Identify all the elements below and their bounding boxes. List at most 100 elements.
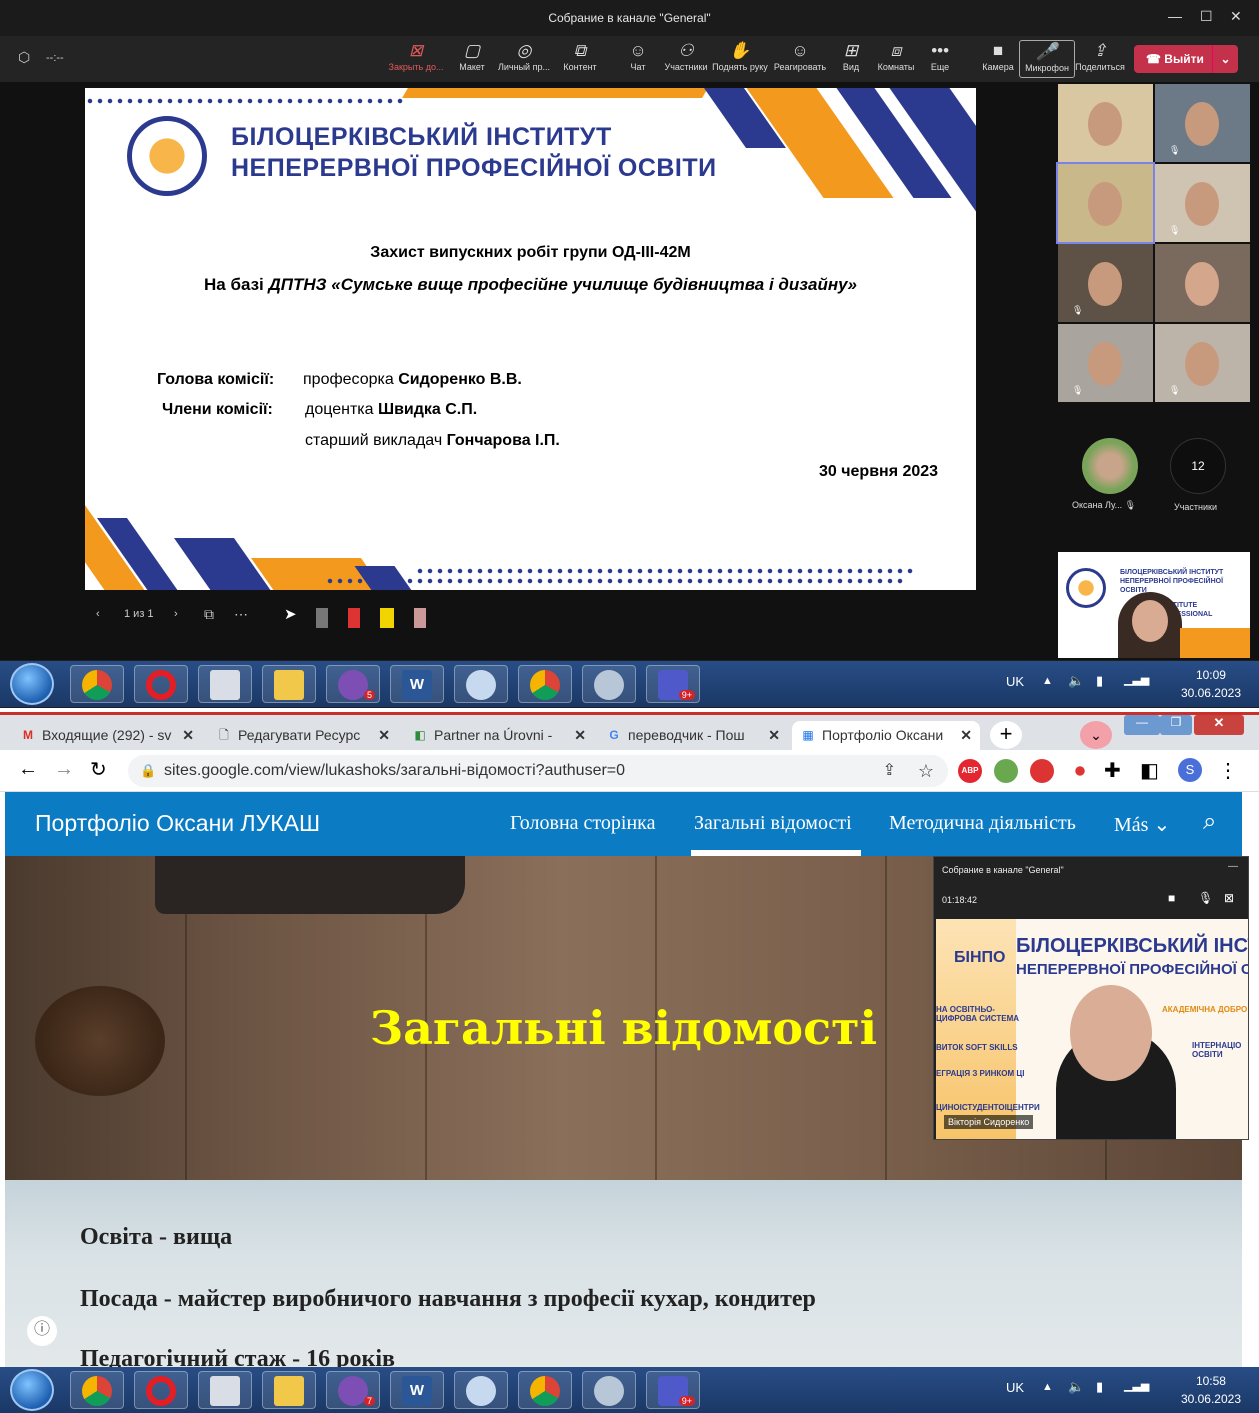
extension-green-icon[interactable]	[994, 759, 1018, 783]
chevron-down-icon[interactable]: ⌄	[1212, 45, 1238, 73]
window-maximize[interactable]: ❐	[1160, 715, 1192, 735]
language-indicator[interactable]: UK	[1006, 674, 1024, 689]
participant-tile[interactable]: 🎙	[1155, 324, 1250, 402]
signal-icon[interactable]: ▁▃▅	[1124, 673, 1149, 686]
participant-tile[interactable]	[1155, 244, 1250, 322]
close-icon[interactable]: ✕	[1230, 8, 1242, 25]
taskbar-snipping[interactable]	[582, 665, 636, 703]
back-icon[interactable]: ←	[18, 758, 38, 781]
url-input[interactable]: 🔒 sites.google.com/view/lukashoks/загаль…	[128, 755, 948, 787]
volume-icon[interactable]: 🔈	[1068, 673, 1084, 689]
taskbar-chrome-2[interactable]	[518, 1371, 572, 1409]
eraser-icon[interactable]	[414, 608, 426, 628]
participant-tile[interactable]: 🎙	[1058, 244, 1153, 322]
pen-gray-icon[interactable]	[316, 608, 328, 628]
mini-minimize-icon[interactable]: —	[1228, 861, 1238, 872]
pinned-avatar[interactable]	[1082, 438, 1138, 494]
participant-tile[interactable]	[1058, 84, 1153, 162]
participants-count[interactable]: 12	[1170, 438, 1226, 494]
tab-google-translate[interactable]: Gпереводчик - Пош ✕	[598, 721, 788, 751]
taskbar-explorer[interactable]	[262, 1371, 316, 1409]
clock[interactable]: 10:58 30.06.2023	[1181, 1372, 1241, 1408]
search-icon[interactable]: ⌕	[1203, 808, 1216, 836]
toolbar-mic-button[interactable]: 🎤 Микрофон	[1019, 40, 1075, 78]
record-icon[interactable]	[1068, 759, 1092, 783]
window-close[interactable]: ✕	[1194, 715, 1244, 735]
toolbar-share-button[interactable]: ⇪ Поделиться	[1072, 40, 1128, 72]
close-tab-icon[interactable]: ✕	[182, 721, 194, 749]
close-tab-icon[interactable]: ✕	[574, 721, 586, 749]
participant-tile[interactable]: 🎙	[1058, 324, 1153, 402]
toolbar-camera-button[interactable]: ■ Камера	[970, 40, 1026, 72]
more-icon[interactable]: ⋯	[234, 606, 248, 623]
tab-partner[interactable]: ◧ Partner na Úrovni - ✕	[404, 721, 594, 751]
next-slide-icon[interactable]: ›	[174, 608, 178, 620]
minimize-icon[interactable]: —	[1168, 8, 1182, 24]
presenter-video[interactable]: БІЛОЦЕРКІВСЬКИЙ ІНСТИТУТ НЕПЕРЕРВНОЇ ПРОФ…	[1058, 552, 1250, 658]
toolbar-layout-button[interactable]: ▢ Макет	[444, 40, 500, 72]
highlighter-icon[interactable]	[380, 608, 394, 628]
toolbar-react-button[interactable]: ☺ Реагировать	[772, 40, 828, 72]
reload-icon[interactable]: ↻	[90, 757, 107, 782]
window-minimize[interactable]: —	[1124, 715, 1160, 735]
toolbar-raise-hand-button[interactable]: ✋ Поднять руку	[712, 40, 768, 72]
toolbar-participants-button[interactable]: ⚇ Участники	[658, 40, 714, 72]
signal-icon[interactable]: ▁▃▅	[1124, 1379, 1149, 1392]
volume-icon[interactable]: 🔈	[1068, 1379, 1084, 1395]
taskbar-explorer[interactable]	[262, 665, 316, 703]
menu-icon[interactable]: ⋮	[1218, 758, 1238, 783]
network-icon[interactable]: ▮	[1096, 673, 1103, 689]
taskbar-chrome-2[interactable]	[518, 665, 572, 703]
taskbar-snipping[interactable]	[582, 1371, 636, 1409]
nav-more[interactable]: Más ⌄	[1114, 812, 1170, 837]
language-indicator[interactable]: UK	[1006, 1380, 1024, 1395]
start-button[interactable]	[10, 663, 54, 705]
tab-portfolio[interactable]: ▦ Портфоліо Оксани ✕	[792, 721, 980, 751]
site-title[interactable]: Портфоліо Оксани ЛУКАШ	[35, 810, 320, 837]
taskbar-magnifier[interactable]	[454, 665, 508, 703]
toolbar-content-button[interactable]: ⧉ Контент	[552, 40, 608, 72]
taskbar-word[interactable]: W	[390, 665, 444, 703]
tab-edit-resource[interactable]: 🗋 Редагувати Ресурс ✕	[208, 721, 398, 751]
taskbar-chrome[interactable]	[70, 665, 124, 703]
adblock-icon[interactable]: ABP	[958, 759, 982, 783]
nav-methodical[interactable]: Методична діяльність	[889, 812, 1076, 835]
new-tab-button[interactable]: +	[990, 721, 1022, 749]
taskbar-viber[interactable]: 5	[326, 665, 380, 703]
close-tab-icon[interactable]: ✕	[960, 721, 972, 749]
toolbar-more-button[interactable]: ••• Еще	[912, 40, 968, 72]
side-panel-icon[interactable]: ◧	[1140, 758, 1159, 783]
pointer-icon[interactable]: ➤	[284, 605, 297, 623]
mini-meeting-window[interactable]: Собрание в канале "General" — 01:18:42 ■…	[933, 856, 1249, 1140]
nav-home[interactable]: Головна сторінка	[510, 812, 655, 835]
extensions-puzzle-icon[interactable]: ✚	[1104, 758, 1121, 783]
tray-arrow-icon[interactable]: ▲	[1042, 1381, 1053, 1393]
pen-red-icon[interactable]	[348, 608, 360, 628]
tab-gmail[interactable]: M Входящие (292) - sv ✕	[12, 721, 202, 751]
copy-icon[interactable]: ⧉	[204, 606, 214, 623]
mic-icon[interactable]: 🎙	[1198, 891, 1213, 905]
forward-icon[interactable]: →	[54, 758, 74, 781]
taskbar-magnifier[interactable]	[454, 1371, 508, 1409]
participant-tile[interactable]: 🎙	[1155, 84, 1250, 162]
tray-arrow-icon[interactable]: ▲	[1042, 675, 1053, 687]
taskbar-chrome[interactable]	[70, 1371, 124, 1409]
screen-icon[interactable]: ⊠	[1224, 891, 1234, 905]
taskbar-teams[interactable]: 9+	[646, 665, 700, 703]
profile-avatar[interactable]: S	[1178, 758, 1202, 782]
taskbar-opera[interactable]	[134, 665, 188, 703]
info-icon[interactable]: ⓘ	[27, 1316, 57, 1346]
bookmark-star-icon[interactable]: ☆	[918, 755, 934, 787]
participant-tile[interactable]	[1056, 162, 1155, 244]
taskbar-teams[interactable]: 9+	[646, 1371, 700, 1409]
toolbar-close-button[interactable]: ⊠ Закрыть до...	[388, 40, 444, 72]
taskbar-opera[interactable]	[134, 1371, 188, 1409]
network-icon[interactable]: ▮	[1096, 1379, 1103, 1395]
close-tab-icon[interactable]: ✕	[378, 721, 390, 749]
extension-red-icon[interactable]	[1030, 759, 1054, 783]
taskbar-word[interactable]: W	[390, 1371, 444, 1409]
prev-slide-icon[interactable]: ‹	[96, 608, 100, 620]
camera-icon[interactable]: ■	[1168, 891, 1175, 905]
taskbar-calculator[interactable]	[198, 1371, 252, 1409]
taskbar-calculator[interactable]	[198, 665, 252, 703]
